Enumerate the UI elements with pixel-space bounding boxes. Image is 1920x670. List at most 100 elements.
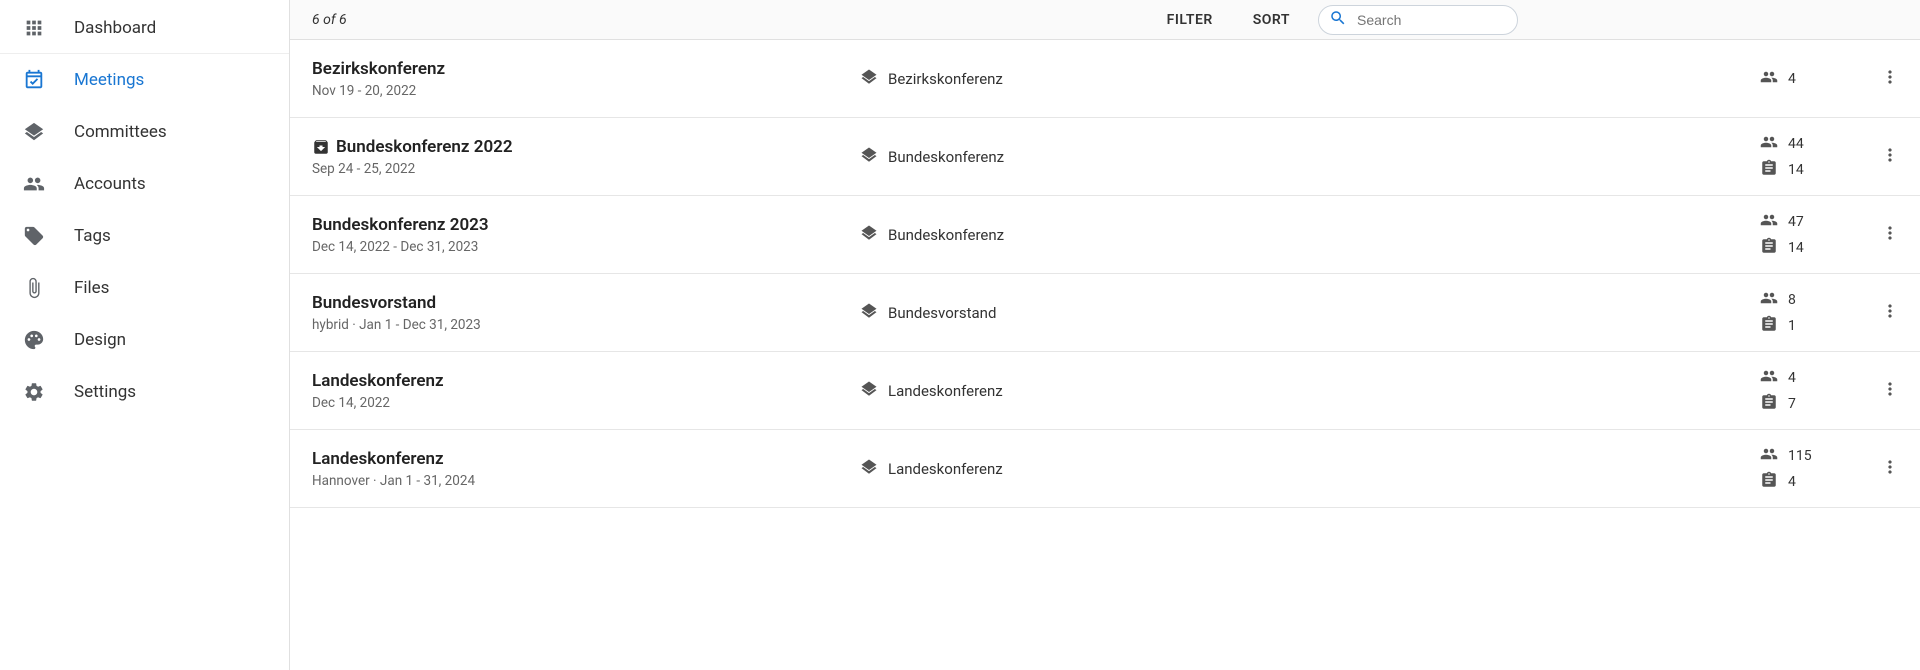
assignment-icon bbox=[1760, 471, 1778, 493]
meeting-title: Bundeskonferenz 2023 bbox=[312, 215, 489, 235]
row-actions bbox=[1870, 301, 1910, 325]
committee-name: Bundeskonferenz bbox=[888, 226, 1004, 244]
meeting-committee: Bezirkskonferenz bbox=[860, 68, 1760, 90]
sidebar-item-label: Files bbox=[74, 278, 109, 298]
committee-name: Bundeskonferenz bbox=[888, 148, 1004, 166]
main-panel: 6 of 6 FILTER SORT BezirkskonferenzNov 1… bbox=[290, 0, 1920, 670]
layers-icon bbox=[22, 120, 46, 144]
archive-icon bbox=[312, 138, 330, 156]
attachment-icon bbox=[22, 276, 46, 300]
meeting-title-column: Bundeskonferenz 2022 Sep 24 - 25, 2022 bbox=[312, 137, 860, 177]
sidebar: Dashboard Meetings Committees Accounts T bbox=[0, 0, 290, 670]
filter-button[interactable]: FILTER bbox=[1155, 8, 1225, 32]
sidebar-item-design[interactable]: Design bbox=[0, 314, 289, 366]
people-icon bbox=[1760, 367, 1778, 389]
meeting-title: Bundesvorstand bbox=[312, 293, 436, 313]
sidebar-item-files[interactable]: Files bbox=[0, 262, 289, 314]
document-count: 4 bbox=[1760, 471, 1870, 493]
meeting-subtitle: Dec 14, 2022 - Dec 31, 2023 bbox=[312, 239, 860, 255]
sidebar-item-accounts[interactable]: Accounts bbox=[0, 158, 289, 210]
more-button[interactable] bbox=[1880, 301, 1900, 325]
participant-count: 47 bbox=[1760, 211, 1870, 233]
document-count: 14 bbox=[1760, 159, 1870, 181]
people-icon bbox=[1760, 211, 1778, 233]
meeting-subtitle: Dec 14, 2022 bbox=[312, 395, 860, 411]
meeting-subtitle: Sep 24 - 25, 2022 bbox=[312, 161, 860, 177]
assignment-icon bbox=[1760, 159, 1778, 181]
layers-icon bbox=[860, 302, 878, 324]
row-actions bbox=[1870, 67, 1910, 91]
meeting-title: Bundeskonferenz 2022 bbox=[336, 137, 513, 157]
topbar: 6 of 6 FILTER SORT bbox=[290, 0, 1920, 40]
layers-icon bbox=[860, 458, 878, 480]
meeting-stats: 81 bbox=[1760, 289, 1870, 337]
sidebar-item-label: Dashboard bbox=[74, 18, 156, 38]
more-button[interactable] bbox=[1880, 457, 1900, 481]
committee-name: Landeskonferenz bbox=[888, 382, 1003, 400]
meeting-title-column: Landeskonferenz Hannover · Jan 1 - 31, 20… bbox=[312, 449, 860, 489]
participant-count: 44 bbox=[1760, 133, 1870, 155]
document-count: 7 bbox=[1760, 393, 1870, 415]
meetings-list: BezirkskonferenzNov 19 - 20, 2022Bezirks… bbox=[290, 40, 1920, 670]
search-icon bbox=[1329, 9, 1347, 31]
committee-name: Bezirkskonferenz bbox=[888, 70, 1003, 88]
meeting-stats: 4 bbox=[1760, 68, 1870, 90]
row-actions bbox=[1870, 223, 1910, 247]
sidebar-item-label: Accounts bbox=[74, 174, 146, 194]
people-icon bbox=[22, 172, 46, 196]
committee-name: Bundesvorstand bbox=[888, 304, 996, 322]
meeting-committee: Bundeskonferenz bbox=[860, 146, 1760, 168]
meeting-subtitle: Hannover · Jan 1 - 31, 2024 bbox=[312, 473, 860, 489]
meeting-committee: Landeskonferenz bbox=[860, 380, 1760, 402]
meeting-row[interactable]: Landeskonferenz Hannover · Jan 1 - 31, 20… bbox=[290, 430, 1920, 508]
people-icon bbox=[1760, 289, 1778, 311]
sidebar-item-tags[interactable]: Tags bbox=[0, 210, 289, 262]
meeting-title-column: Landeskonferenz Dec 14, 2022 bbox=[312, 371, 860, 411]
meeting-title-column: Bundesvorstand hybrid · Jan 1 - Dec 31, 2… bbox=[312, 293, 860, 333]
sort-button[interactable]: SORT bbox=[1241, 8, 1302, 32]
document-count: 14 bbox=[1760, 237, 1870, 259]
search-input[interactable] bbox=[1357, 12, 1538, 28]
row-actions bbox=[1870, 379, 1910, 403]
sidebar-item-dashboard[interactable]: Dashboard bbox=[0, 2, 289, 54]
assignment-icon bbox=[1760, 393, 1778, 415]
gear-icon bbox=[22, 380, 46, 404]
participant-count: 8 bbox=[1760, 289, 1870, 311]
sidebar-item-meetings[interactable]: Meetings bbox=[0, 54, 289, 106]
document-count: 1 bbox=[1760, 315, 1870, 337]
row-actions bbox=[1870, 145, 1910, 169]
meeting-title: Landeskonferenz bbox=[312, 371, 444, 391]
meeting-committee: Bundeskonferenz bbox=[860, 224, 1760, 246]
more-button[interactable] bbox=[1880, 379, 1900, 403]
meeting-stats: 4414 bbox=[1760, 133, 1870, 181]
meeting-title: Landeskonferenz bbox=[312, 449, 444, 469]
apps-icon bbox=[22, 16, 46, 40]
sidebar-item-label: Tags bbox=[74, 226, 111, 246]
meeting-row[interactable]: BezirkskonferenzNov 19 - 20, 2022Bezirks… bbox=[290, 40, 1920, 118]
layers-icon bbox=[860, 224, 878, 246]
assignment-icon bbox=[1760, 315, 1778, 337]
more-button[interactable] bbox=[1880, 145, 1900, 169]
participant-count: 4 bbox=[1760, 68, 1870, 90]
meeting-committee: Bundesvorstand bbox=[860, 302, 1760, 324]
meeting-subtitle: hybrid · Jan 1 - Dec 31, 2023 bbox=[312, 317, 860, 333]
meeting-row[interactable]: Bundeskonferenz 2023 Dec 14, 2022 - Dec 3… bbox=[290, 196, 1920, 274]
sidebar-item-label: Design bbox=[74, 330, 126, 350]
palette-icon bbox=[22, 328, 46, 352]
meeting-row[interactable]: LandeskonferenzDec 14, 2022Landeskonfere… bbox=[290, 352, 1920, 430]
row-actions bbox=[1870, 457, 1910, 481]
more-button[interactable] bbox=[1880, 223, 1900, 247]
meeting-row[interactable]: Bundesvorstand hybrid · Jan 1 - Dec 31, 2… bbox=[290, 274, 1920, 352]
people-icon bbox=[1760, 445, 1778, 467]
meeting-title-column: Bundeskonferenz 2023 Dec 14, 2022 - Dec 3… bbox=[312, 215, 860, 255]
sidebar-item-committees[interactable]: Committees bbox=[0, 106, 289, 158]
sidebar-item-settings[interactable]: Settings bbox=[0, 366, 289, 418]
committee-name: Landeskonferenz bbox=[888, 460, 1003, 478]
meeting-row[interactable]: Bundeskonferenz 2022Sep 24 - 25, 2022Bun… bbox=[290, 118, 1920, 196]
search-field-wrap[interactable] bbox=[1318, 5, 1518, 35]
sidebar-item-label: Settings bbox=[74, 382, 136, 402]
participant-count: 115 bbox=[1760, 445, 1870, 467]
more-button[interactable] bbox=[1880, 67, 1900, 91]
meeting-stats: 1154 bbox=[1760, 445, 1870, 493]
meeting-committee: Landeskonferenz bbox=[860, 458, 1760, 480]
